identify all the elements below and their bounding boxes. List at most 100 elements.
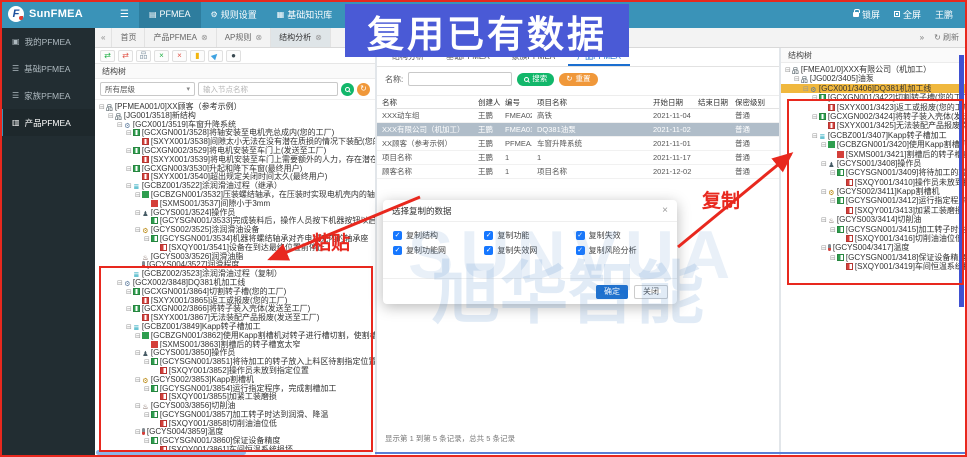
expander-icon[interactable]: ⊟	[126, 130, 132, 137]
expander-icon[interactable]: ⊟	[144, 386, 150, 393]
expander-icon[interactable]: ⊟	[144, 359, 150, 366]
expander-icon[interactable]: ⊟	[812, 95, 818, 102]
tree-reset-button[interactable]: ↻	[357, 83, 370, 96]
expander-icon[interactable]: ⊟	[135, 429, 141, 436]
expander-icon[interactable]: ⊟	[135, 210, 141, 217]
tree-node[interactable]: ⊟[GCXGN002/3529]将电机安装至车门上(发送至工厂)	[95, 146, 375, 155]
tree-node[interactable]: ⊟[GCYSGN001/3412]运行指定程序，完成	[781, 196, 967, 205]
tree-node[interactable]: ⊟[GCXGN002/3866]将转子装入壳体(发送至工厂)	[95, 304, 375, 313]
top-menu-item[interactable]: ⚙规则设置	[201, 0, 267, 28]
user-menu[interactable]: 王鹏	[935, 8, 953, 21]
tree-node[interactable]: ⊟[GCXGN003/3530]升起和降下车窗(最终用户)	[95, 164, 375, 173]
tree-node[interactable]: ⊟[GCBZGN001/3420]使用Kapp割槽机对转子	[781, 140, 967, 149]
tree-node[interactable]: ⊟≣[GCBZ002/3523]涂润滑油过程（复制）	[95, 269, 375, 278]
page-tab[interactable]: 结构分析⊗	[271, 28, 331, 47]
tree-node[interactable]: ⊟⚙[GCX001/3406]DQ381机加工线	[781, 84, 967, 93]
search-button[interactable]: 搜索	[517, 73, 554, 86]
expander-icon[interactable]: ⊟	[144, 236, 150, 243]
tree-node[interactable]: ⊟♨[GCYS003/3414]切削油	[781, 215, 967, 224]
close-button[interactable]: 关闭	[634, 285, 668, 299]
tree-node[interactable]: ⊟[GCBZGN001/3862]使用Kapp割槽机对转子进行槽切割，使割槽后的…	[95, 331, 375, 340]
page-tab[interactable]: AP规则⊗	[217, 28, 271, 47]
expander-icon[interactable]: ⊟	[126, 166, 132, 173]
expander-icon[interactable]: ⊟	[117, 122, 123, 129]
expander-icon[interactable]: ⊟	[785, 67, 791, 74]
checkbox-checked-icon[interactable]: ✓	[576, 246, 585, 255]
right-scrollbar[interactable]	[959, 55, 964, 307]
tree-node[interactable]: ⊟[SXQY001/3413]加紧工装磨损	[781, 206, 967, 215]
node-search-input[interactable]	[198, 82, 338, 96]
tree-node[interactable]: ⊟♟[GCYS001/3524]操作员	[95, 208, 375, 217]
tree-node[interactable]: ⊟♟[GCYS001/3408]操作员	[781, 159, 967, 168]
expander-icon[interactable]: ⊟	[126, 324, 132, 331]
tree-node[interactable]: ⊟[SXQY001/3541]设备在到达最终位置前停止	[95, 243, 375, 252]
tree-node[interactable]: ⊟⚙[GCYS002/3411]Kapp割槽机	[781, 187, 967, 196]
close-icon[interactable]: ×	[662, 205, 668, 216]
checkbox-checked-icon[interactable]: ✓	[576, 231, 585, 240]
tree-node[interactable]: ⊟[GCXGN002/3424]将转子装入壳体(发送至工厂)	[781, 112, 967, 121]
close-tab-icon[interactable]: ⊗	[201, 33, 208, 42]
tree-node[interactable]: ⊟[SXYX001/3425]无法装配产品报废(发送至	[781, 121, 967, 130]
tree-node[interactable]: ⊟[GCYSGN001/3857]加工转子时达到润滑、降温	[95, 410, 375, 419]
expander-icon[interactable]: ⊟	[126, 148, 132, 155]
tree-node[interactable]: ⊟[GCYSGN001/3415]加工转子时达到润滑	[781, 225, 967, 234]
tree-node[interactable]: ⊟≣[GCBZ001/3522]涂润滑油过程（继承）	[95, 181, 375, 190]
tree-node[interactable]: ⊟品[JG001/3518]新结构	[95, 111, 375, 120]
expander-icon[interactable]: ⊟	[812, 114, 818, 121]
level-filter-select[interactable]: 所有层级▾	[100, 82, 195, 96]
brand[interactable]: F SunFMEA	[0, 0, 112, 28]
tree-search-button[interactable]	[341, 83, 354, 96]
tree-node[interactable]: ⊟[SXQY001/3410]操作员未放到指定位置	[781, 178, 967, 187]
expander-icon[interactable]: ⊟	[821, 217, 827, 224]
copy-option-checkbox[interactable]: ✓复制失效网	[484, 245, 575, 256]
expander-icon[interactable]: ⊟	[126, 183, 132, 190]
sidebar-item-active[interactable]: ▥产品PFMEA	[0, 109, 95, 136]
tree-node[interactable]: ⊟[GCYSGN001/3860]保证设备精度	[95, 436, 375, 445]
expander-icon[interactable]: ⊟	[830, 255, 836, 262]
sidebar-item-link[interactable]: ▣我的PFMEA	[0, 28, 95, 55]
tree-node[interactable]: ⊟[SXYX001/3423]返工或报废(您的工厂)	[781, 103, 967, 112]
confirm-button[interactable]: 确定	[596, 285, 628, 299]
tree-node[interactable]: ⊟[SXMS001/3421]割槽后的转子槽宽太窄	[781, 150, 967, 159]
checkbox-checked-icon[interactable]: ✓	[484, 246, 493, 255]
horizontal-scrollbar[interactable]	[96, 450, 372, 455]
tree-node[interactable]: ⊟♨[GCYS003/3526]润滑油脂	[95, 252, 375, 261]
tree-node[interactable]: ⊟[GCYSGN001/3851]将待加工的转子放入上料区待割指定位置	[95, 357, 375, 366]
expander-icon[interactable]: ⊟	[135, 377, 141, 384]
tree-node[interactable]: ⊟[SXMS001/3537]间隙小于3mm	[95, 199, 375, 208]
tree-node[interactable]: ⊟品[FMEA01/0]XXX有限公司（机加工）	[781, 65, 967, 74]
tree-node[interactable]: ⊟[GCYS004/3417]温度	[781, 243, 967, 252]
copy-option-checkbox[interactable]: ✓复制失效	[576, 230, 667, 241]
tree-node[interactable]: ⊟[SXYX001/3539]将电机安装至车门上需要额外的人力，存在潜在质损(发…	[95, 155, 375, 164]
expander-icon[interactable]: ⊟	[830, 170, 836, 177]
expander-icon[interactable]: ⊟	[99, 104, 105, 111]
tool-helmet-icon[interactable]: ●	[226, 50, 241, 62]
close-tab-icon[interactable]: ⊗	[255, 33, 262, 42]
expander-icon[interactable]: ⊟	[821, 161, 827, 168]
expander-icon[interactable]: ⊟	[821, 245, 827, 252]
name-search-input[interactable]	[408, 72, 512, 86]
table-row[interactable]: XXX动车组王鹏FMEA02高铁2021-11-04普通	[377, 109, 779, 123]
tree-node[interactable]: ⊟[SXQY001/3419]车间恒温系统损坏	[781, 262, 967, 271]
copy-option-checkbox[interactable]: ✓复制功能网	[393, 245, 484, 256]
tree-node[interactable]: ⊟[GCYSGN001/3534]机器将螺结轴承对齐电机壳内的轴承座	[95, 234, 375, 243]
expander-icon[interactable]: ⊟	[821, 189, 827, 196]
table-row[interactable]: 项目名称王鹏112021-11-17普通	[377, 151, 779, 165]
expander-icon[interactable]: ⊟	[126, 289, 132, 296]
tree-node[interactable]: ⊟[GCXGN001/3864]切割转子槽(您的工厂)	[95, 287, 375, 296]
sidebar-item-link[interactable]: ☰基础PFMEA	[0, 55, 95, 82]
tree-node[interactable]: ⊟⚙[GCX002/3848]DQ381机加工线	[95, 278, 375, 287]
checkbox-checked-icon[interactable]: ✓	[393, 246, 402, 255]
fullscreen-button[interactable]: 全屏	[894, 8, 921, 21]
tree-node[interactable]: ⊟♟[GCYS001/3850]操作员	[95, 348, 375, 357]
tree-node[interactable]: ⊟[GCYSGN001/3854]运行指定程序，完成割槽加工	[95, 384, 375, 393]
copy-option-checkbox[interactable]: ✓复制结构	[393, 230, 484, 241]
tool-note-yellow-icon[interactable]: ▮	[190, 50, 205, 62]
checkbox-checked-icon[interactable]: ✓	[484, 231, 493, 240]
expander-icon[interactable]: ⊟	[830, 227, 836, 234]
lock-screen-button[interactable]: 锁屏	[853, 8, 880, 21]
sidebar-item-link[interactable]: ☰家族PFMEA	[0, 82, 95, 109]
tool-sitemap-icon[interactable]: 品	[136, 50, 151, 62]
close-tab-icon[interactable]: ⊗	[315, 33, 322, 42]
expander-icon[interactable]: ⊟	[144, 412, 150, 419]
